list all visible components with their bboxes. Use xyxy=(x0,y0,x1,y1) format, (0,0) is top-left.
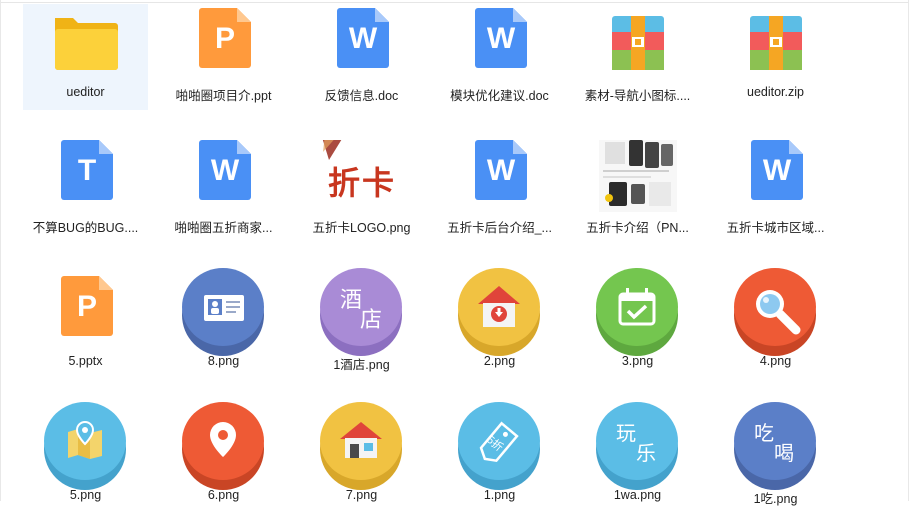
file-name: 啪啪圈五折商家... xyxy=(174,221,273,235)
file-item-8-png[interactable]: 8.png xyxy=(161,262,286,378)
file-name: 1wa.png xyxy=(613,488,662,502)
file-name: 五折卡后台介绍_... xyxy=(447,221,552,235)
home-download-icon xyxy=(458,268,540,356)
archive-file-icon xyxy=(713,8,838,84)
file-item-7-png[interactable]: 7.png xyxy=(299,396,424,504)
word-file-icon: W xyxy=(475,8,527,68)
word-file-icon: W xyxy=(751,140,803,200)
folder-icon xyxy=(23,8,148,84)
ppt-file-icon: P xyxy=(61,276,113,336)
file-item-doc-city[interactable]: W 五折卡城市区域... xyxy=(713,136,838,242)
image-thumbnail xyxy=(575,132,700,216)
file-name: ueditor xyxy=(66,85,105,99)
file-item-doc-feedback[interactable]: W 反馈信息.doc xyxy=(299,4,424,110)
file-name: 反馈信息.doc xyxy=(324,89,399,103)
top-divider xyxy=(0,2,909,3)
location-pin-icon xyxy=(182,402,264,490)
file-name: 6.png xyxy=(207,488,240,502)
calendar-check-icon xyxy=(596,268,678,356)
play-icon: 玩 乐 xyxy=(596,402,678,490)
file-name: 7.png xyxy=(345,488,378,502)
file-item-1-png[interactable]: 5折 1.png xyxy=(437,396,562,504)
eat-drink-icon: 吃 喝 xyxy=(734,402,816,490)
file-item-2-png[interactable]: 2.png xyxy=(437,262,562,378)
file-item-text-bug[interactable]: T 不算BUG的BUG.... xyxy=(23,136,148,242)
file-item-intro-png[interactable]: 五折卡介绍（PN... xyxy=(575,132,700,242)
file-name: 8.png xyxy=(207,354,240,368)
file-item-1wa-png[interactable]: 玩 乐 1wa.png xyxy=(575,396,700,504)
file-name: 3.png xyxy=(621,354,654,368)
house-icon xyxy=(320,402,402,490)
file-item-6-png[interactable]: 6.png xyxy=(161,396,286,504)
text-file-icon: T xyxy=(61,140,113,200)
file-item-ueditor-zip[interactable]: ueditor.zip xyxy=(713,4,838,110)
magnifier-icon xyxy=(734,268,816,356)
file-item-5-pptx[interactable]: P 5.pptx xyxy=(23,268,148,378)
word-file-icon: W xyxy=(337,8,389,68)
id-card-icon xyxy=(182,268,264,356)
file-name: 4.png xyxy=(759,354,792,368)
image-thumbnail: 折卡 xyxy=(299,134,424,216)
file-name: 2.png xyxy=(483,354,516,368)
file-name: 5.pptx xyxy=(68,354,103,368)
word-file-icon: W xyxy=(199,140,251,200)
file-name: 1.png xyxy=(483,488,516,502)
discount-tag-icon: 5折 xyxy=(458,402,540,490)
file-item-ppt[interactable]: P 啪啪圈项目介.ppt xyxy=(161,4,286,110)
file-name: 啪啪圈项目介.ppt xyxy=(175,89,272,103)
file-item-doc-suggestions[interactable]: W 模块优化建议.doc xyxy=(437,4,562,110)
ppt-file-icon: P xyxy=(199,8,251,68)
file-name: 素材-导航小图标.... xyxy=(584,89,691,103)
file-item-archive-nav-icons[interactable]: 素材-导航小图标.... xyxy=(575,4,700,110)
file-name: 1酒店.png xyxy=(333,358,390,372)
file-item-hotel-png[interactable]: 酒 店 1酒店.png xyxy=(299,262,424,378)
map-pin-icon xyxy=(44,402,126,490)
file-name: ueditor.zip xyxy=(747,85,804,99)
left-border xyxy=(0,0,1,501)
file-item-logo-png[interactable]: 折卡 五折卡LOGO.png xyxy=(299,134,424,242)
file-name: 不算BUG的BUG.... xyxy=(32,221,139,235)
file-item-doc-admin[interactable]: W 五折卡后台介绍_... xyxy=(437,136,562,242)
file-name: 1吃.png xyxy=(753,492,798,506)
file-name: 五折卡LOGO.png xyxy=(312,221,411,235)
file-item-4-png[interactable]: 4.png xyxy=(713,262,838,378)
file-item-3-png[interactable]: 3.png xyxy=(575,262,700,378)
file-name: 五折卡城市区域... xyxy=(726,221,825,235)
word-file-icon: W xyxy=(475,140,527,200)
archive-file-icon xyxy=(575,8,700,84)
hotel-icon: 酒 店 xyxy=(320,268,402,356)
file-item-doc-merchants[interactable]: W 啪啪圈五折商家... xyxy=(161,136,286,242)
file-name: 模块优化建议.doc xyxy=(450,89,549,103)
file-item-5-png[interactable]: 5.png xyxy=(23,396,148,504)
file-item-1chi-png[interactable]: 吃 喝 1吃.png xyxy=(713,396,838,506)
file-item-ueditor-folder[interactable]: ueditor xyxy=(23,4,148,110)
file-name: 5.png xyxy=(69,488,102,502)
file-name: 五折卡介绍（PN... xyxy=(586,221,689,235)
